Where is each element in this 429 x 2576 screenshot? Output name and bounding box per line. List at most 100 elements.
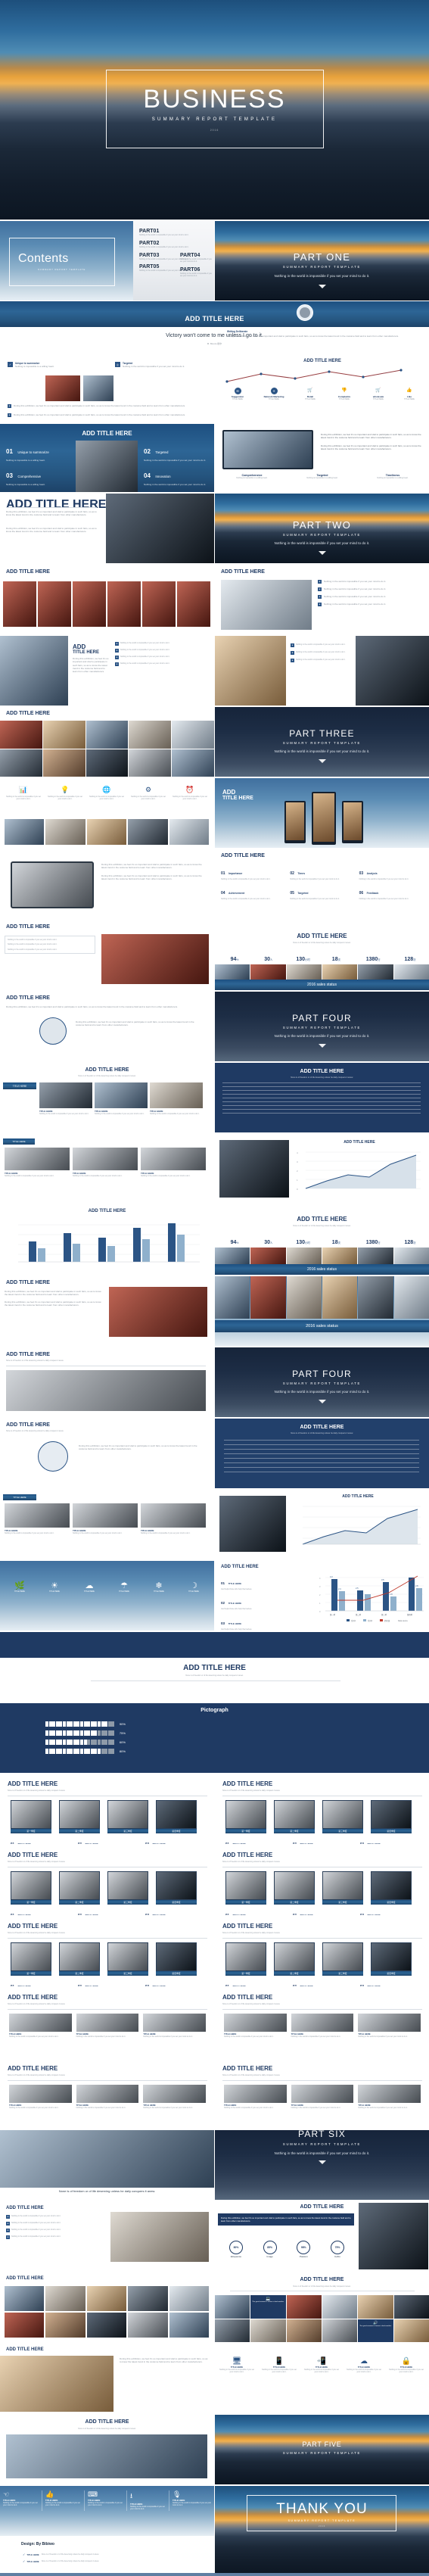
quarter-card[interactable]: 第三季度 [107,1800,148,1833]
tile-speaker[interactable]: 🔊 The good seaman is known in bad weathe… [358,2319,393,2342]
team-card[interactable]: TITLE HERE Nothing in the world is imposs… [73,1503,138,1534]
icon-cell[interactable]: 🌐 Nothing in the world is impossible if y… [88,786,126,801]
bottom-icon-cell[interactable]: 🎙 TITLE HERE Nothing in the world is imp… [173,2490,212,2511]
icon-col[interactable]: 🖥 TITLE HERE Nothing in the world is impos… [218,2357,256,2374]
icon-col[interactable]: 📲 TITLE HERE Nothing in the world is impos… [303,2357,340,2374]
chevron-down-icon[interactable] [318,1044,326,1048]
chevron-down-icon[interactable] [318,551,326,555]
tile-laptop[interactable]: 💻 The good seaman is known in bad weathe… [250,2295,286,2319]
icon-strip-item[interactable]: 🛒 wholesale TITLE HERE [363,388,393,400]
people-card[interactable]: TITLE HERE Nothing in the world is imposs… [9,2014,72,2038]
quarter-card[interactable]: 第一季度 [225,1800,266,1833]
people-card[interactable]: TITLE HERE Nothing in the world is imposs… [291,2085,354,2109]
team-card[interactable]: TITLE HERE Nothing in the world is impos… [150,1082,203,1115]
contents-item-4[interactable]: PART04 Nothing in the world is impossibl… [180,253,214,263]
quarter-card[interactable]: 第一季度 [225,1871,266,1905]
profile-card[interactable]: TITLE HERE Nothing in the world is impos… [5,1148,70,1177]
step-cell[interactable]: 01 Importance Nothing in the world is imp… [221,864,285,880]
team-card[interactable]: TITLE HERE Nothing in the world is imposs… [141,1503,206,1534]
people-card[interactable]: TITLE HERE Nothing in the world is imposs… [358,2014,421,2038]
bullet-text: Nothing in the world is impossible if yo… [11,2235,61,2238]
icon-cell[interactable]: 📊 Nothing in the world is impossible if y… [5,786,42,801]
people-card[interactable]: TITLE HERE Nothing in the world is imposs… [143,2085,206,2109]
team-card[interactable]: TITLE HERE Nothing in the world is imposs… [5,1503,70,1534]
quarter-card[interactable]: 第一季度 [11,1871,51,1905]
bottom-icon-cell[interactable]: ⭳ TITLE HERE Nothing in the world is imp… [130,2490,169,2511]
icon-cell[interactable]: ⏰ Nothing in the world is impossible if y… [171,786,209,801]
icon-strip-item[interactable]: 👎 Complaints TITLE HERE [328,388,360,400]
quarter-card[interactable]: 第二季度 [59,1800,100,1833]
icon-strip-item[interactable]: ✉ Suggestion TITLE HERE [222,388,253,400]
quarter-card[interactable]: 第一季度 [225,1942,266,1976]
chevron-down-icon[interactable] [318,759,326,763]
icon-cell[interactable]: ☽ TITLE HERE [179,1581,209,1593]
quarter-card[interactable]: 第四季度 [156,1871,197,1905]
icon-strip-item[interactable]: 🛒 Retail TITLE HERE [295,388,325,400]
people-card[interactable]: TITLE HERE Nothing in the world is imposs… [224,2014,287,2038]
people-card[interactable]: TITLE HERE Nothing in the world is imposs… [76,2085,139,2109]
team-card[interactable]: TITLE HERE Nothing in the world is impos… [39,1082,92,1115]
quarter-card[interactable]: 第二季度 [274,1871,315,1905]
icon-label: TITLE HERE [119,1590,129,1593]
pillar-2[interactable]: Targeted Nothing is impossible to a will… [290,474,355,479]
quarter-card[interactable]: 第三季度 [107,1942,148,1976]
photo-meeting-2 [0,2356,113,2412]
chevron-down-icon[interactable] [318,285,326,288]
people-card[interactable]: TITLE HERE Nothing in the world is imposs… [76,2014,139,2038]
step-cell[interactable]: 02 Times Nothing in the world is impossib… [290,864,354,880]
profile-card[interactable]: TITLE HERE Nothing in the world is impos… [141,1148,206,1177]
icon-col[interactable]: 🔒 TITLE HERE Nothing in the world is impos… [387,2357,425,2374]
bottom-icon-cell[interactable]: ☜ TITLE HERE Nothing in the world is imp… [3,2490,42,2511]
quarter-card[interactable]: 第一季度 [11,1942,51,1976]
icon-cell[interactable]: 🌿 TITLE HERE [5,1581,35,1593]
step-cell[interactable]: 04 Achievement Nothing in the world is im… [221,884,285,900]
icon-cell[interactable]: ❄ TITLE HERE [144,1581,174,1593]
icon-cell[interactable]: ⚙ Nothing in the world is impossible if y… [129,786,167,801]
quarter-card[interactable]: 第二季度 [274,1942,315,1976]
contents-item-2[interactable]: PART02 Nothing in the world is impossibl… [139,241,188,248]
quarter-card[interactable]: 第三季度 [322,1942,363,1976]
step-cell[interactable]: 05 Targeted Nothing in the world is impos… [290,884,354,900]
team-card[interactable]: TITLE HERE Nothing in the world is impos… [95,1082,148,1115]
bullet-icon: ★ [115,656,119,659]
icon-cell[interactable]: ☁ TITLE HERE [74,1581,104,1593]
people-card[interactable]: TITLE HERE Nothing in the world is imposs… [9,2085,72,2109]
quarter-card[interactable]: 第三季度 [322,1800,363,1833]
pillar-3[interactable]: Timeliness Nothing is impossible to a wi… [360,474,425,479]
icon-strip-item[interactable]: ☀ Network Marketing TITLE HERE [256,388,292,400]
icon-col[interactable]: ☁ TITLE HERE Nothing in the world is impos… [345,2357,383,2374]
people-card[interactable]: TITLE HERE Nothing in the world is imposs… [143,2014,206,2038]
people-card[interactable]: TITLE HERE Nothing in the world is imposs… [291,2014,354,2038]
pillar-1[interactable]: Comprehensive Nothing is impossible to a… [219,474,284,479]
chevron-down-icon[interactable] [318,2160,326,2164]
contents-item-desc: Nothing in the world is impossible if yo… [180,258,212,263]
quarter-card[interactable]: 第四季度 [371,1942,412,1976]
people-card[interactable]: TITLE HERE Nothing in the world is imposs… [358,2085,421,2109]
quarter-card[interactable]: 第四季度 [371,1800,412,1833]
quarter-card[interactable]: 第一季度 [11,1800,51,1833]
contents-item-1[interactable]: PART01 Nothing in the world is impossibl… [139,229,188,236]
quarter-card[interactable]: 第四季度 [156,1942,197,1976]
icon-grid: 📊 Nothing in the world is impossible if y… [5,786,209,801]
step-cell[interactable]: 06 Feedback Nothing in the world is impos… [359,884,424,900]
quarter-card[interactable]: 第四季度 [371,1871,412,1905]
contents-item-6[interactable]: PART06 Nothing in the world is impossibl… [180,267,214,278]
quarter-card[interactable]: 第三季度 [322,1871,363,1905]
icon-cell[interactable]: ☀ TITLE HERE [39,1581,70,1593]
quarter-card[interactable]: 第二季度 [274,1800,315,1833]
bottom-icon-cell[interactable]: 👍 TITLE HERE Nothing in the world is imp… [45,2490,85,2511]
bottom-icon-cell[interactable]: ⌨ TITLE HERE Nothing in the world is imp… [88,2490,127,2511]
icon-cell[interactable]: 💡 Nothing in the world is impossible if y… [46,786,84,801]
quarter-card[interactable]: 第四季度 [156,1800,197,1833]
slide-photo-tiles: ADD TITLE HERE None is of freedom or of … [215,2272,429,2342]
quarter-card[interactable]: 第二季度 [59,1942,100,1976]
icon-col[interactable]: 📱 TITLE HERE Nothing in the world is impos… [260,2357,298,2374]
icon-strip-item[interactable]: 👍 Like TITLE HERE [396,388,422,400]
step-cell[interactable]: 03 Analysis Nothing in the world is impos… [359,864,424,880]
quarter-card[interactable]: 第三季度 [107,1871,148,1905]
quarter-card[interactable]: 第二季度 [59,1871,100,1905]
icon-cell[interactable]: ☂ TITLE HERE [109,1581,139,1593]
chevron-down-icon[interactable] [318,1400,326,1403]
people-card[interactable]: TITLE HERE Nothing in the world is imposs… [224,2085,287,2109]
profile-card[interactable]: TITLE HERE Nothing in the world is impos… [73,1148,138,1177]
